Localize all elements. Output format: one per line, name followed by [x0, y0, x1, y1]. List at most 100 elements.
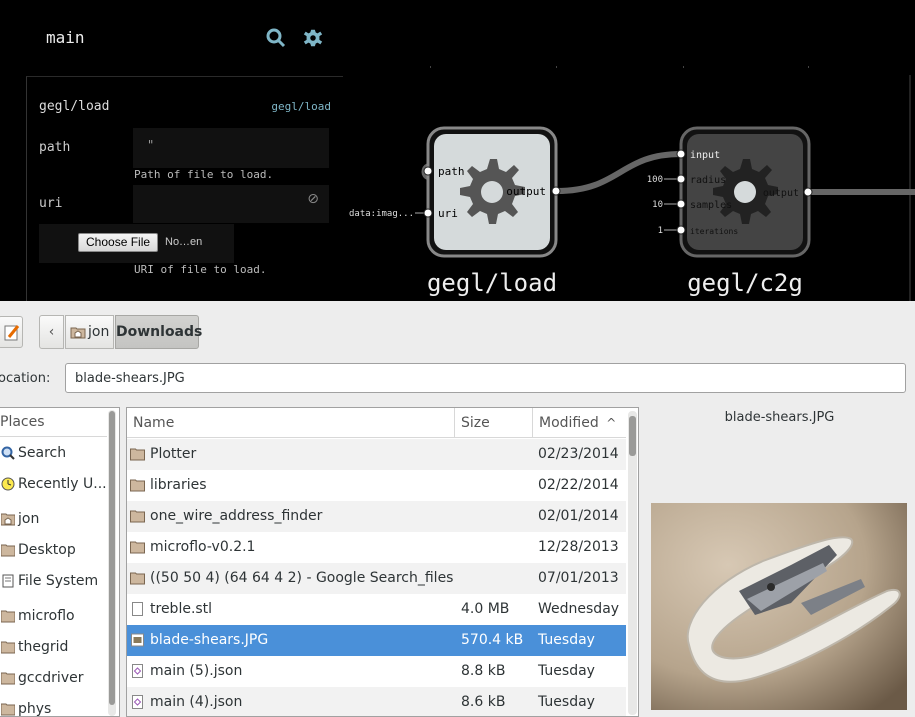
place-desktop[interactable]: Desktop	[0, 536, 106, 564]
port-label-samples: samples	[690, 200, 732, 211]
file-name: microflo-v0.2.1	[150, 539, 256, 555]
file-row[interactable]: blade-shears.JPG 570.4 kB Tuesday	[127, 625, 626, 656]
file-chooser: ‹ jon Downloads ocation: Places Search Re…	[0, 301, 915, 717]
preview-image	[651, 503, 907, 710]
path-label: path	[39, 140, 71, 155]
files-scrollbar-track	[628, 411, 637, 715]
canvas-ticks	[430, 66, 809, 68]
settings-button[interactable]	[302, 27, 324, 49]
place-search[interactable]: Search	[0, 439, 106, 467]
place-label: Recently U...	[18, 476, 106, 492]
folder-icon	[130, 541, 145, 554]
json-file-icon	[132, 664, 143, 678]
port-samples[interactable]: samples 10	[652, 199, 732, 211]
node-gegl-load[interactable]: gegl/load path uri data:imag... output	[349, 126, 561, 297]
breadcrumb-downloads[interactable]: Downloads	[115, 315, 202, 349]
recent-icon	[1, 477, 15, 491]
port-label-radius: radius	[690, 175, 726, 186]
file-name: main (5).json	[150, 663, 243, 679]
file-row[interactable]: main (5).json 8.8 kB Tuesday	[127, 656, 626, 687]
home-folder-icon	[1, 513, 15, 526]
inspector-panel: gegl/load gegl/load path " Path of file …	[26, 76, 343, 301]
port-label-uri: uri	[438, 207, 458, 220]
folder-icon	[130, 572, 145, 585]
folder-icon	[130, 510, 145, 523]
inspector-title: gegl/load	[39, 99, 110, 114]
clear-icon[interactable]: ⊘	[307, 191, 319, 207]
preview-title: blade-shears.JPG	[724, 410, 835, 425]
place-jon[interactable]: jon	[0, 505, 106, 533]
port-label-iterations: iterations	[690, 227, 738, 236]
column-name[interactable]: Name	[127, 408, 455, 438]
graph-editor: gegl/load path uri data:imag... output g…	[0, 0, 915, 301]
file-modified: 02/22/2014	[538, 477, 619, 493]
folder-icon	[1, 672, 15, 685]
choose-file-button[interactable]: Choose File	[78, 233, 159, 252]
port-label-input: input	[690, 150, 720, 161]
file-row[interactable]: ((50 50 4) (64 64 4 2) - Google Search_f…	[127, 563, 626, 594]
place-label: Search	[18, 445, 67, 461]
file-row[interactable]: one_wire_address_finder 02/01/2014	[127, 501, 626, 532]
search-button[interactable]	[265, 27, 287, 49]
type-location-button[interactable]	[0, 316, 23, 348]
place-microflo[interactable]: microflo	[0, 602, 106, 630]
file-row[interactable]: Plotter 02/23/2014	[127, 439, 626, 470]
place-thegrid[interactable]: thegrid	[0, 633, 106, 661]
file-modified: 12/28/2013	[538, 539, 619, 555]
folder-icon	[1, 544, 15, 557]
search-icon	[266, 28, 286, 48]
iip-value-uri: data:imag...	[349, 209, 414, 219]
column-modified-label: Modified	[539, 415, 599, 431]
chevron-left-icon: ‹	[48, 324, 55, 340]
file-modified: Tuesday	[538, 632, 595, 648]
places-scrollbar[interactable]	[109, 411, 115, 705]
uri-description: URI of file to load.	[134, 263, 267, 276]
file-modified: Tuesday	[538, 694, 595, 710]
file-icon	[132, 602, 143, 616]
port-iterations[interactable]: iterations 1	[658, 225, 739, 236]
file-name: one_wire_address_finder	[150, 508, 323, 524]
place-recently-u[interactable]: Recently U...	[0, 470, 106, 498]
file-name: treble.stl	[150, 601, 213, 617]
file-modified: 02/23/2014	[538, 446, 619, 462]
column-modified[interactable]: Modified ^	[533, 408, 626, 438]
folder-icon	[1, 610, 15, 623]
file-modified: Tuesday	[538, 663, 595, 679]
place-label: microflo	[18, 608, 75, 624]
drive-icon	[2, 574, 14, 588]
place-label: phys	[18, 701, 52, 717]
file-name: blade-shears.JPG	[150, 632, 269, 648]
search-icon	[1, 446, 15, 460]
column-size[interactable]: Size	[455, 408, 533, 438]
location-label: ocation:	[0, 371, 51, 386]
edit-icon	[4, 325, 20, 341]
file-modified: 02/01/2014	[538, 508, 619, 524]
place-gccdriver[interactable]: gccdriver	[0, 664, 106, 692]
file-row[interactable]: libraries 02/22/2014	[127, 470, 626, 501]
path-scroll-left-button[interactable]: ‹	[39, 315, 64, 349]
file-row[interactable]: main (4).json 8.6 kB Tuesday	[127, 687, 626, 716]
place-label: Desktop	[18, 542, 76, 558]
uri-input[interactable]: ⊘	[133, 185, 329, 223]
file-row[interactable]: treble.stl 4.0 MB Wednesday	[127, 594, 626, 625]
folder-icon	[130, 448, 145, 461]
canvas-edge	[909, 75, 911, 301]
location-input[interactable]	[65, 363, 906, 393]
file-row[interactable]: microflo-v0.2.1 12/28/2013	[127, 532, 626, 563]
file-size: 8.8 kB	[461, 663, 506, 679]
files-scrollbar[interactable]	[629, 416, 636, 456]
place-label: jon	[18, 511, 40, 527]
place-file-system[interactable]: File System	[0, 567, 106, 595]
file-name: ((50 50 4) (64 64 4 2) - Google Search_f…	[150, 570, 454, 586]
file-size: 8.6 kB	[461, 694, 506, 710]
path-input[interactable]: "	[133, 128, 329, 168]
uri-label: uri	[39, 196, 63, 211]
file-list: Name Size Modified ^ Plotter 02/23/2014 li…	[126, 407, 639, 717]
places-sidebar: Places Search Recently U... jon Desktop File…	[0, 407, 120, 717]
breadcrumb-jon[interactable]: jon	[65, 315, 114, 349]
place-phys[interactable]: phys	[0, 695, 106, 717]
component-link[interactable]: gegl/load	[271, 100, 331, 113]
edge-load-to-c2g[interactable]	[556, 151, 682, 194]
file-input: Choose File No…en	[39, 224, 234, 263]
file-name: Plotter	[150, 446, 197, 462]
